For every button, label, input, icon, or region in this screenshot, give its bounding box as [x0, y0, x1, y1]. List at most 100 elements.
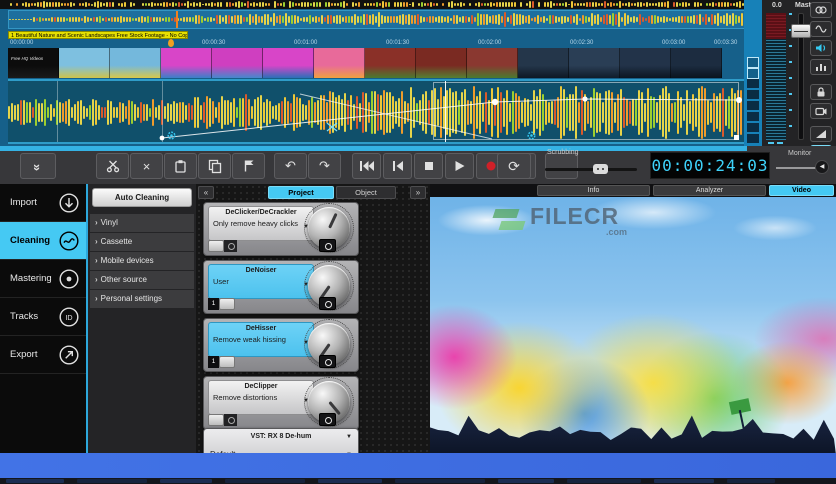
track-button-column[interactable]: [744, 0, 762, 146]
marker-flag-button[interactable]: [232, 153, 265, 179]
monitor-slider-thumb[interactable]: ◀: [815, 160, 829, 174]
timeline-ruler[interactable]: 00:00:00 00:00:30 00:01:00 00:01:30 00:0…: [8, 39, 745, 48]
loop-playback-button[interactable]: ⟳: [497, 153, 531, 179]
fade-tool-button[interactable]: [810, 126, 832, 142]
crossfade-icon[interactable]: [326, 119, 338, 137]
track-edit-button[interactable]: [747, 79, 759, 88]
video-thumbnail[interactable]: [59, 48, 110, 78]
playhead-cursor[interactable]: [445, 81, 446, 142]
video-thumbnail[interactable]: [416, 48, 467, 78]
video-thumbnail[interactable]: [620, 48, 671, 78]
declipper-enable-switch[interactable]: [208, 414, 237, 426]
object-fx-gear-icon[interactable]: [166, 128, 177, 139]
video-thumbnail[interactable]: [314, 48, 365, 78]
navigation-strip[interactable]: [0, 0, 747, 9]
tab-video[interactable]: Video: [769, 185, 834, 196]
sidebar-item-mastering[interactable]: Mastering: [0, 260, 86, 298]
declicker-settings-button[interactable]: [319, 239, 336, 252]
meter-readout-dash: [777, 142, 783, 144]
switch-off-indicator: [224, 414, 237, 426]
undo-button[interactable]: ↶: [274, 153, 307, 179]
track-edit-button[interactable]: [747, 112, 759, 121]
dehisser-enable-switch[interactable]: 1: [208, 356, 235, 368]
switch-thumb[interactable]: [219, 356, 235, 368]
scrubbing-slider[interactable]: [545, 168, 637, 171]
video-thumbnail[interactable]: [110, 48, 161, 78]
switch-thumb[interactable]: [208, 414, 224, 426]
sidebar-item-import[interactable]: Import: [0, 184, 86, 222]
category-cassette[interactable]: ›Cassette: [90, 233, 194, 251]
video-thumbnail[interactable]: [467, 48, 518, 78]
analyzer-button[interactable]: [810, 59, 832, 75]
lock-button[interactable]: [810, 84, 832, 100]
track-edit-button[interactable]: [747, 90, 759, 99]
track-edit-button[interactable]: [747, 123, 759, 132]
delete-button[interactable]: ×: [130, 153, 163, 179]
track-edit-button[interactable]: [747, 68, 759, 79]
go-to-start-button[interactable]: [352, 153, 381, 179]
video-thumbnail[interactable]: Free HQ Videos: [8, 48, 59, 78]
video-thumbnail[interactable]: [671, 48, 722, 78]
category-personal-settings[interactable]: ›Personal settings: [90, 290, 194, 308]
dehisser-settings-button[interactable]: [319, 355, 336, 368]
paste-button[interactable]: [164, 153, 197, 179]
denoiser-settings-button[interactable]: [319, 297, 336, 310]
sidebar-item-tracks[interactable]: Tracks ID: [0, 298, 86, 336]
video-thumbnail[interactable]: [518, 48, 569, 78]
project-overview-waveform[interactable]: [8, 10, 745, 29]
auto-cleaning-button[interactable]: Auto Cleaning: [92, 188, 192, 207]
video-thumbnail[interactable]: [365, 48, 416, 78]
video-thumbnail-track[interactable]: Free HQ Videos: [8, 48, 722, 78]
preset-dropdown[interactable]: Only remove heavy clicks: [213, 219, 300, 228]
caret-down-icon[interactable]: ▼: [346, 434, 352, 440]
video-thumbnail[interactable]: [212, 48, 263, 78]
speaker-output-button[interactable]: [810, 40, 832, 56]
object-fx-gear-icon[interactable]: [526, 128, 537, 139]
copy-button[interactable]: [198, 153, 231, 179]
scroll-right-button[interactable]: »: [410, 186, 426, 199]
declipper-settings-button[interactable]: [319, 413, 336, 426]
volume-envelope[interactable]: [8, 81, 744, 142]
video-monitor-button[interactable]: [810, 103, 832, 119]
timeline-marker-pin[interactable]: [168, 39, 174, 47]
redo-button[interactable]: ↷: [308, 153, 341, 179]
preset-dropdown[interactable]: Remove weak hissing: [213, 335, 300, 344]
preset-dropdown[interactable]: User: [213, 277, 300, 286]
sidebar-item-export[interactable]: Export: [0, 336, 86, 374]
sidebar-item-cleaning[interactable]: Cleaning: [0, 222, 86, 260]
denoiser-enable-switch[interactable]: 1: [208, 298, 235, 310]
video-thumbnail[interactable]: [263, 48, 314, 78]
tab-object[interactable]: Object: [336, 186, 396, 199]
category-mobile-devices[interactable]: ›Mobile devices: [90, 252, 194, 270]
track-edit-button[interactable]: [747, 101, 759, 110]
collapse-toolbar-button[interactable]: »: [20, 153, 56, 179]
tab-info[interactable]: Info: [537, 185, 650, 196]
category-label: Vinyl: [101, 218, 118, 227]
track-edit-button[interactable]: [747, 134, 759, 143]
scrubbing-slider-thumb[interactable]: [593, 164, 608, 174]
cut-button[interactable]: [96, 153, 129, 179]
stop-button[interactable]: [414, 153, 443, 179]
category-other-source[interactable]: ›Other source: [90, 271, 194, 289]
declicker-enable-switch[interactable]: [208, 240, 237, 252]
main-waveform-editor[interactable]: [8, 79, 744, 144]
preset-dropdown[interactable]: Remove distortions: [213, 393, 300, 402]
tab-analyzer[interactable]: Analyzer: [653, 185, 766, 196]
master-fader-handle[interactable]: [791, 24, 811, 38]
video-thumbnail[interactable]: [161, 48, 212, 78]
previous-object-button[interactable]: [383, 153, 412, 179]
overview-playhead[interactable]: [176, 11, 178, 28]
play-button[interactable]: [445, 153, 474, 179]
step-back-icon: [392, 160, 404, 172]
ruler-tick: 00:03:30: [714, 40, 737, 46]
tab-project[interactable]: Project: [268, 186, 334, 199]
waveform-view-button[interactable]: [810, 21, 832, 37]
switch-thumb[interactable]: [219, 298, 235, 310]
track-edit-button[interactable]: [747, 57, 759, 68]
scroll-left-button[interactable]: «: [198, 186, 214, 199]
switch-thumb[interactable]: [208, 240, 224, 252]
video-thumbnail[interactable]: [569, 48, 620, 78]
category-vinyl[interactable]: ›Vinyl: [90, 214, 194, 232]
video-preview[interactable]: FILECR .com: [430, 197, 836, 455]
stereo-mode-button[interactable]: [810, 2, 832, 18]
